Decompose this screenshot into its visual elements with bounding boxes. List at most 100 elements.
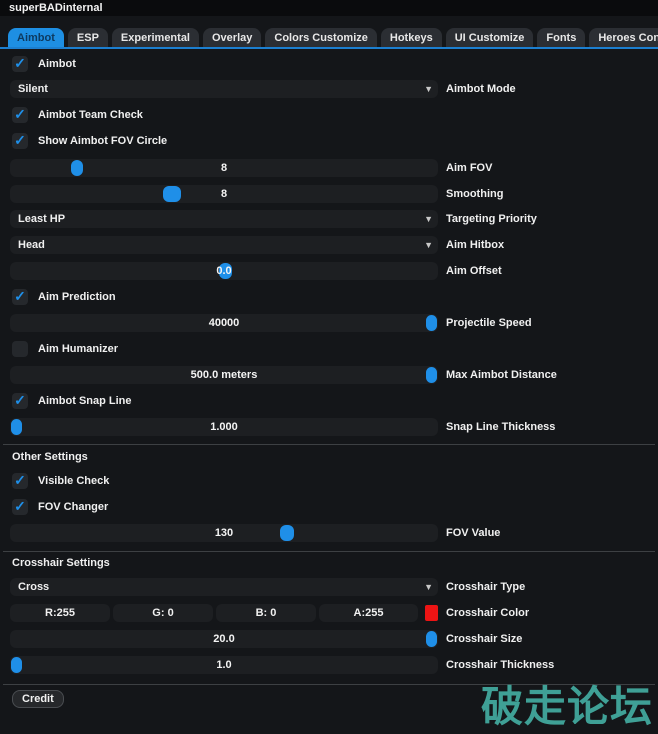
fov-changer-row: ✓ FOV Changer — [0, 499, 658, 515]
chevron-down-icon: ▼ — [424, 214, 433, 224]
tab-experimental[interactable]: Experimental — [112, 28, 199, 47]
max-aimbot-distance-row: 500.0 meters Max Aimbot Distance — [0, 366, 658, 384]
aim-humanizer-label: Aim Humanizer — [38, 343, 118, 355]
aim-fov-value: 8 — [10, 162, 438, 174]
aim-hitbox-label: Aim Hitbox — [446, 239, 504, 251]
tab-fonts[interactable]: Fonts — [537, 28, 585, 47]
check-icon: ✓ — [14, 107, 26, 121]
check-icon: ✓ — [14, 473, 26, 487]
tab-colors-customize[interactable]: Colors Customize — [265, 28, 377, 47]
tab-hotkeys[interactable]: Hotkeys — [381, 28, 442, 47]
check-icon: ✓ — [14, 499, 26, 513]
team-check-row: ✓ Aimbot Team Check — [0, 107, 658, 123]
check-icon: ✓ — [14, 393, 26, 407]
aim-hitbox-select[interactable]: Head ▼ — [10, 236, 438, 254]
fov-changer-label: FOV Changer — [38, 501, 108, 513]
window-title: superBADinternal — [9, 2, 103, 14]
aim-offset-label: Aim Offset — [446, 265, 502, 277]
visible-check-label: Visible Check — [38, 475, 109, 487]
crosshair-color-g-field[interactable]: G: 0 — [113, 604, 213, 622]
aim-prediction-row: ✓ Aim Prediction — [0, 289, 658, 305]
aimbot-checkbox-label: Aimbot — [38, 58, 76, 70]
snap-line-thickness-slider[interactable]: 1.000 — [10, 418, 438, 436]
window-titlebar[interactable]: superBADinternal — [0, 0, 658, 16]
projectile-speed-row: 40000 Projectile Speed — [0, 314, 658, 332]
crosshair-type-select[interactable]: Cross ▼ — [10, 578, 438, 596]
show-fov-circle-checkbox[interactable]: ✓ — [12, 133, 28, 149]
aimbot-checkbox[interactable]: ✓ — [12, 56, 28, 72]
crosshair-size-label: Crosshair Size — [446, 633, 522, 645]
crosshair-type-label: Crosshair Type — [446, 581, 525, 593]
show-fov-circle-row: ✓ Show Aimbot FOV Circle — [0, 133, 658, 149]
fov-changer-checkbox[interactable]: ✓ — [12, 499, 28, 515]
fov-value-row: 130 FOV Value — [0, 524, 658, 542]
crosshair-size-value: 20.0 — [10, 633, 438, 645]
targeting-priority-label: Targeting Priority — [446, 213, 537, 225]
aim-fov-label: Aim FOV — [446, 162, 492, 174]
smoothing-row: 8 Smoothing — [0, 185, 658, 203]
projectile-speed-label: Projectile Speed — [446, 317, 532, 329]
tab-bar: Aimbot ESP Experimental Overlay Colors C… — [8, 28, 658, 47]
check-icon: ✓ — [14, 289, 26, 303]
snap-line-thickness-label: Snap Line Thickness — [446, 421, 555, 433]
tab-ui-customize[interactable]: UI Customize — [446, 28, 534, 47]
crosshair-thickness-slider[interactable]: 1.0 — [10, 656, 438, 674]
crosshair-type-value: Cross — [10, 581, 49, 593]
visible-check-row: ✓ Visible Check — [0, 473, 658, 489]
aim-prediction-checkbox[interactable]: ✓ — [12, 289, 28, 305]
tab-esp[interactable]: ESP — [68, 28, 108, 47]
aimbot-mode-row: Silent ▼ Aimbot Mode — [0, 80, 658, 98]
crosshair-size-slider[interactable]: 20.0 — [10, 630, 438, 648]
fov-value-label: FOV Value — [446, 527, 500, 539]
visible-check-checkbox[interactable]: ✓ — [12, 473, 28, 489]
tab-aimbot[interactable]: Aimbot — [8, 28, 64, 47]
crosshair-color-b-field[interactable]: B: 0 — [216, 604, 316, 622]
fov-value-slider[interactable]: 130 — [10, 524, 438, 542]
aimbot-mode-value: Silent — [10, 83, 48, 95]
max-aimbot-distance-slider[interactable]: 500.0 meters — [10, 366, 438, 384]
fov-value-value: 130 — [10, 527, 438, 539]
aimbot-toggle-row: ✓ Aimbot — [0, 56, 658, 72]
tab-overlay[interactable]: Overlay — [203, 28, 261, 47]
aimbot-mode-select[interactable]: Silent ▼ — [10, 80, 438, 98]
smoothing-value: 8 — [10, 188, 438, 200]
show-fov-circle-label: Show Aimbot FOV Circle — [38, 135, 167, 147]
crosshair-type-row: Cross ▼ Crosshair Type — [0, 578, 658, 596]
crosshair-color-swatch[interactable] — [425, 605, 438, 621]
aimbot-mode-label: Aimbot Mode — [446, 83, 516, 95]
crosshair-color-label: Crosshair Color — [446, 607, 529, 619]
smoothing-slider[interactable]: 8 — [10, 185, 438, 203]
chevron-down-icon: ▼ — [424, 240, 433, 250]
tab-underline — [0, 47, 658, 49]
tab-heroes-config[interactable]: Heroes Config — [589, 28, 658, 47]
chevron-down-icon: ▼ — [424, 582, 433, 592]
crosshair-color-row: R:255 G: 0 B: 0 A:255 Crosshair Color — [0, 604, 658, 622]
crosshair-color-a-field[interactable]: A:255 — [319, 604, 418, 622]
aim-humanizer-row: Aim Humanizer — [0, 341, 658, 357]
smoothing-label: Smoothing — [446, 188, 503, 200]
targeting-priority-value: Least HP — [10, 213, 65, 225]
crosshair-color-r-field[interactable]: R:255 — [10, 604, 110, 622]
other-settings-header: Other Settings — [12, 451, 88, 463]
aimbot-snap-line-label: Aimbot Snap Line — [38, 395, 132, 407]
crosshair-thickness-label: Crosshair Thickness — [446, 659, 554, 671]
aimbot-snap-line-row: ✓ Aimbot Snap Line — [0, 393, 658, 409]
aim-offset-row: 0.0 Aim Offset — [0, 262, 658, 280]
targeting-priority-select[interactable]: Least HP ▼ — [10, 210, 438, 228]
chevron-down-icon: ▼ — [424, 84, 433, 94]
targeting-priority-row: Least HP ▼ Targeting Priority — [0, 210, 658, 228]
aim-offset-value: 0.0 — [10, 265, 438, 277]
team-check-checkbox[interactable]: ✓ — [12, 107, 28, 123]
aimbot-snap-line-checkbox[interactable]: ✓ — [12, 393, 28, 409]
section-divider — [3, 551, 655, 552]
check-icon: ✓ — [14, 56, 26, 70]
snap-line-thickness-row: 1.000 Snap Line Thickness — [0, 418, 658, 436]
aim-fov-slider[interactable]: 8 — [10, 159, 438, 177]
max-aimbot-distance-label: Max Aimbot Distance — [446, 369, 557, 381]
crosshair-thickness-value: 1.0 — [10, 659, 438, 671]
aim-humanizer-checkbox[interactable] — [12, 341, 28, 357]
aim-fov-row: 8 Aim FOV — [0, 159, 658, 177]
aim-offset-slider[interactable]: 0.0 — [10, 262, 438, 280]
projectile-speed-slider[interactable]: 40000 — [10, 314, 438, 332]
credit-button[interactable]: Credit — [12, 690, 64, 708]
